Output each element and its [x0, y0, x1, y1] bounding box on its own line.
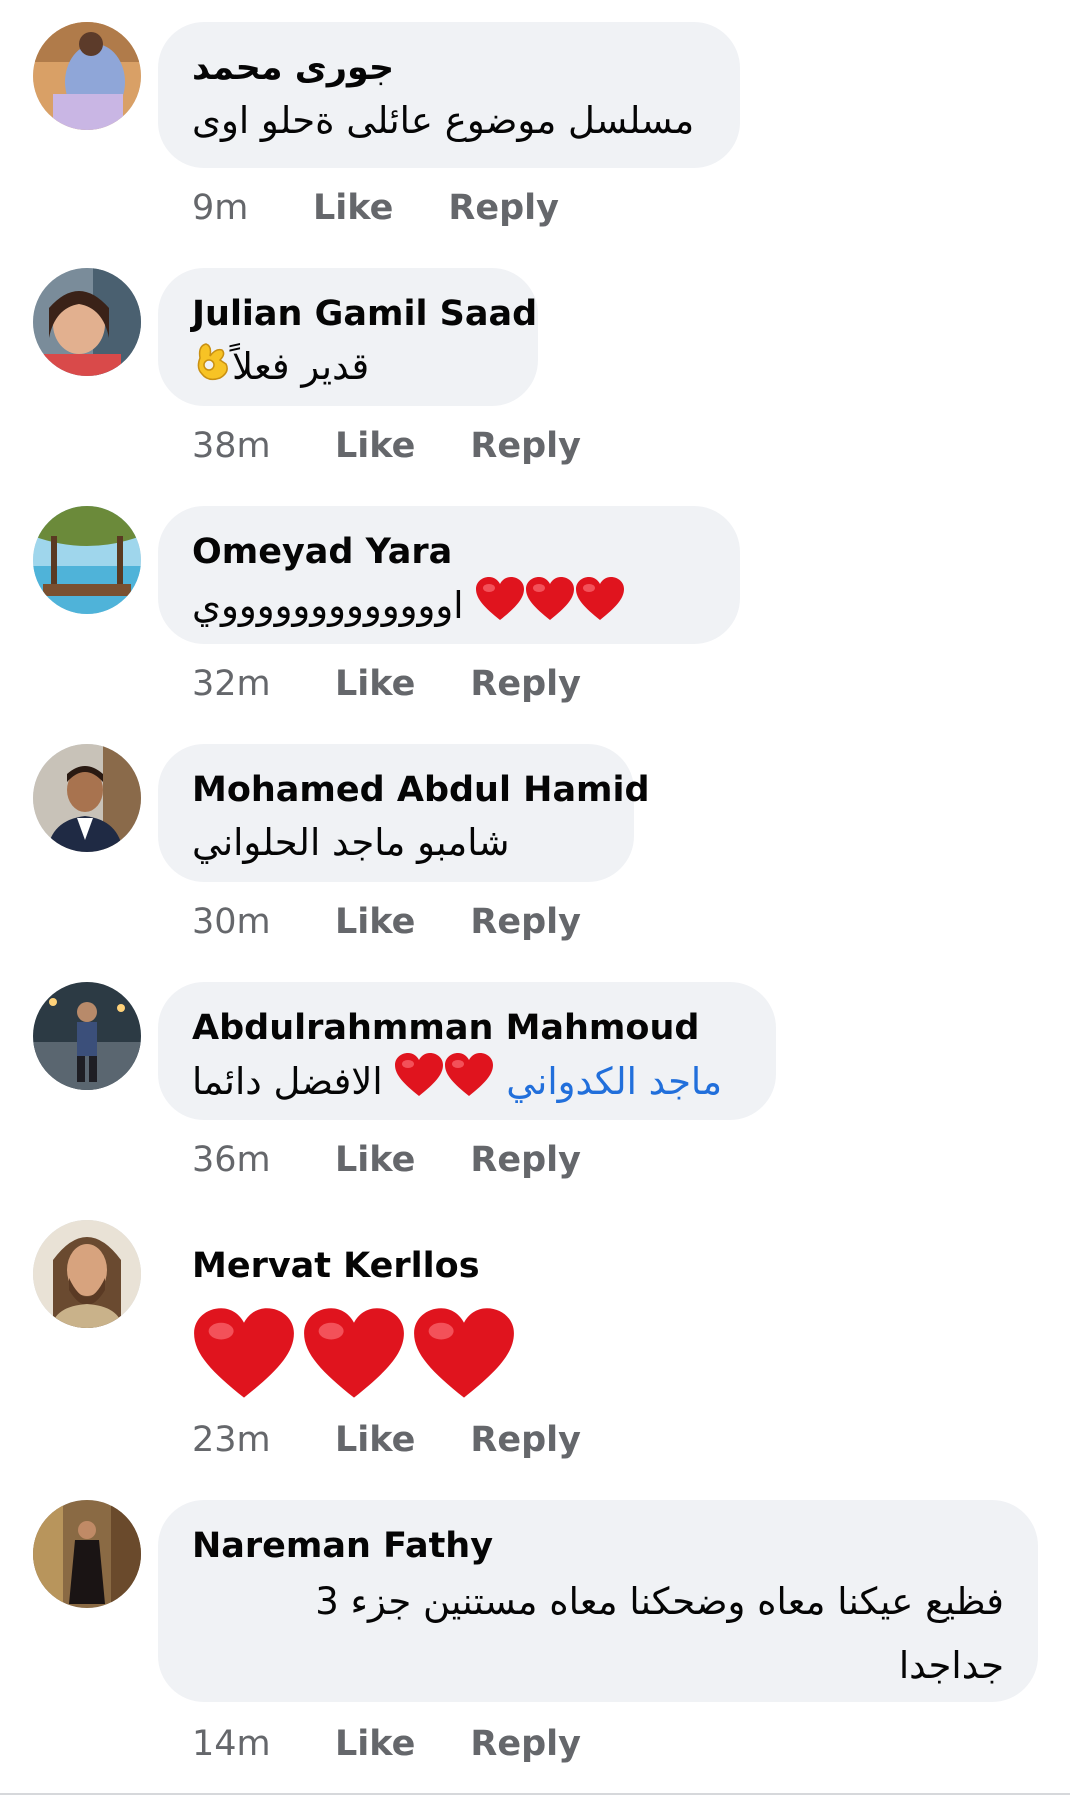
- comment-text: قدير فعلاً: [192, 338, 504, 399]
- comment-text: شامبو ماجد الحلواني: [192, 821, 510, 864]
- comment-timestamp[interactable]: 9m: [192, 188, 258, 228]
- comment-actions: 38m Like Reply: [192, 426, 581, 466]
- like-button[interactable]: Like: [335, 902, 415, 942]
- comment-bubble[interactable]: Julian Gamil Saad قدير فعلاً: [158, 268, 538, 406]
- comment-author[interactable]: Mohamed Abdul Hamid: [192, 768, 650, 812]
- comment-text-content: الافضل دائما: [192, 1060, 383, 1103]
- comment-timestamp[interactable]: 30m: [192, 902, 280, 942]
- comment-text-line: فظيع عيكنا معاه وضحكنا معاه مستنين جزء 3: [315, 1580, 1004, 1623]
- reply-button[interactable]: Reply: [470, 902, 581, 942]
- comment-author[interactable]: Mervat Kerllos: [192, 1244, 544, 1288]
- avatar-image: [33, 744, 141, 852]
- avatar-image: [33, 1500, 141, 1608]
- comment-author[interactable]: Julian Gamil Saad: [192, 292, 537, 336]
- comment-author[interactable]: Abdulrahmman Mahmoud: [192, 1006, 742, 1050]
- heart-emoji-icon: [302, 1306, 406, 1406]
- comment-timestamp[interactable]: 38m: [192, 426, 280, 466]
- avatar[interactable]: [33, 1220, 141, 1328]
- mention-link[interactable]: ماجد الكدواني: [506, 1060, 722, 1103]
- comment-text-line: جداجدا: [898, 1644, 1004, 1687]
- comment-text: مسلسل موضوع عائلى ةحلو اوى: [192, 99, 695, 142]
- comment-actions: 36m Like Reply: [192, 1140, 581, 1180]
- avatar-image: [33, 1220, 141, 1328]
- comment-timestamp[interactable]: 36m: [192, 1140, 280, 1180]
- like-button[interactable]: Like: [335, 426, 415, 466]
- comment-text-content: قدير فعلاً: [232, 345, 370, 388]
- like-button[interactable]: Like: [335, 664, 415, 704]
- avatar[interactable]: [33, 22, 141, 130]
- heart-emoji-icon: [412, 1306, 516, 1406]
- comment-timestamp[interactable]: 14m: [192, 1724, 280, 1764]
- heart-emoji-icon: [192, 1306, 296, 1406]
- comment-actions: 32m Like Reply: [192, 664, 581, 704]
- comment-text-content: اوووووووووووووي: [192, 584, 464, 627]
- reply-button[interactable]: Reply: [470, 664, 581, 704]
- comment-bubble[interactable]: Mervat Kerllos: [158, 1220, 578, 1410]
- heart-emoji-icon: [394, 1052, 444, 1115]
- comment-bubble[interactable]: Omeyad Yara اوووووووووووووي: [158, 506, 740, 644]
- reply-button[interactable]: Reply: [470, 1420, 581, 1460]
- heart-emoji-icon: [444, 1052, 494, 1115]
- avatar[interactable]: [33, 744, 141, 852]
- comment-timestamp[interactable]: 32m: [192, 664, 280, 704]
- avatar[interactable]: [33, 506, 141, 614]
- comment-timestamp[interactable]: 23m: [192, 1420, 280, 1460]
- avatar[interactable]: [33, 1500, 141, 1608]
- reply-button[interactable]: Reply: [470, 1724, 581, 1764]
- comment-author[interactable]: Nareman Fathy: [192, 1524, 1004, 1568]
- comment-bubble[interactable]: Nareman Fathy فظيع عيكنا معاه وضحكنا معا…: [158, 1500, 1038, 1702]
- avatar-image: [33, 268, 141, 376]
- avatar[interactable]: [33, 268, 141, 376]
- comment-text: اوووووووووووووي: [192, 576, 706, 639]
- comment-actions: 14m Like Reply: [192, 1724, 581, 1764]
- comment-actions: 30m Like Reply: [192, 902, 581, 942]
- heart-emoji-icon: [525, 576, 575, 639]
- avatar-image: [33, 506, 141, 614]
- comment-actions: 9m Like Reply: [192, 188, 559, 228]
- comment-text: فظيع عيكنا معاه وضحكنا معاه مستنين جزء 3…: [192, 1570, 1004, 1698]
- comment-bubble[interactable]: Abdulrahmman Mahmoud ماجد الكدواني الافض…: [158, 982, 776, 1120]
- comment-author[interactable]: Omeyad Yara: [192, 530, 706, 574]
- like-button[interactable]: Like: [335, 1140, 415, 1180]
- avatar-image: [33, 22, 141, 130]
- avatar[interactable]: [33, 982, 141, 1090]
- reply-button[interactable]: Reply: [470, 426, 581, 466]
- comment-author[interactable]: جورى محمد: [192, 46, 706, 90]
- like-button[interactable]: Like: [335, 1724, 415, 1764]
- heart-emoji-icon: [575, 576, 625, 639]
- like-button[interactable]: Like: [335, 1420, 415, 1460]
- big-emoji-row: [192, 1306, 544, 1406]
- comment-text: ماجد الكدواني الافضل دائما: [192, 1052, 742, 1115]
- reply-button[interactable]: Reply: [448, 188, 559, 228]
- heart-emoji-icon: [475, 576, 525, 639]
- like-button[interactable]: Like: [313, 188, 393, 228]
- reply-button[interactable]: Reply: [470, 1140, 581, 1180]
- comment-bubble[interactable]: Mohamed Abdul Hamid شامبو ماجد الحلواني: [158, 744, 650, 882]
- comment-bubble[interactable]: جورى محمد مسلسل موضوع عائلى ةحلو اوى: [158, 22, 740, 168]
- ok-hand-emoji-icon: [192, 338, 232, 399]
- avatar-image: [33, 982, 141, 1090]
- comment-actions: 23m Like Reply: [192, 1420, 581, 1460]
- divider: [0, 1793, 1070, 1795]
